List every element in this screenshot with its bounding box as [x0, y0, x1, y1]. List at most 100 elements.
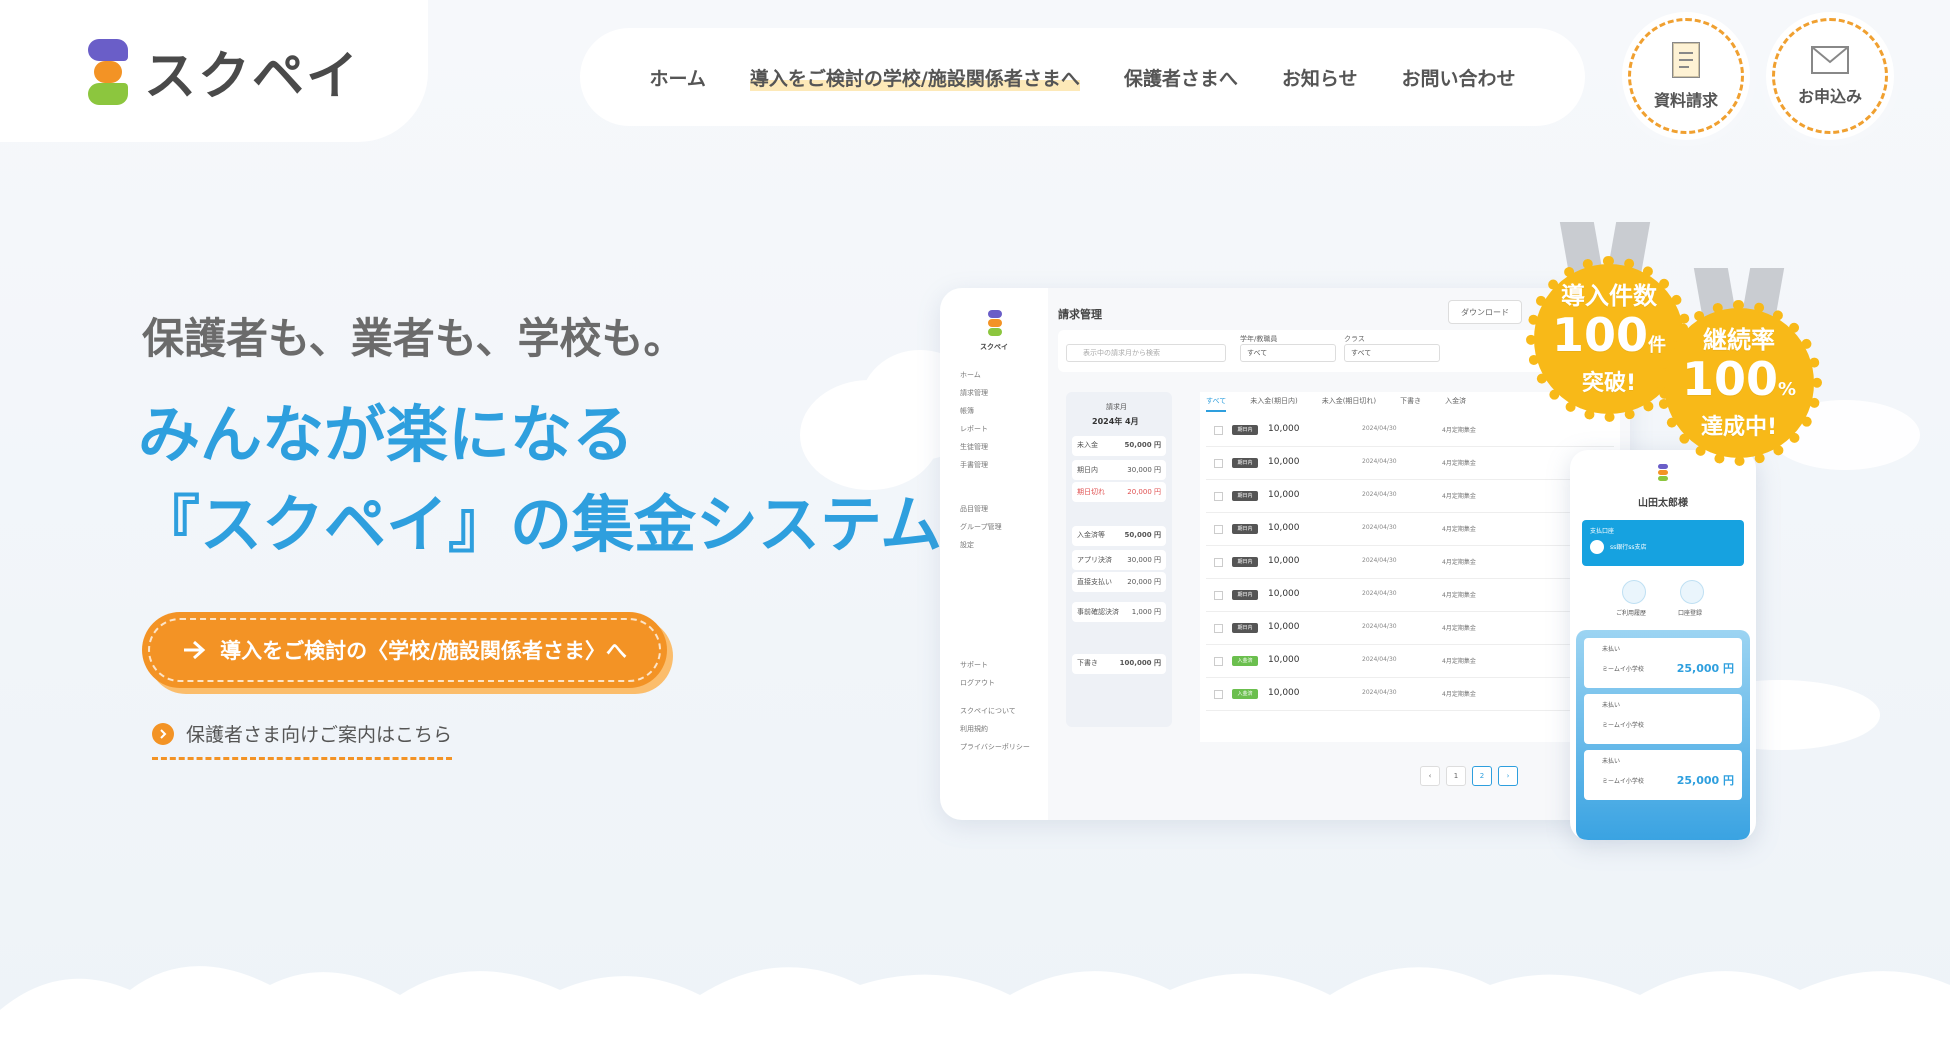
- page-prev: ‹: [1420, 766, 1440, 786]
- side-report: レポート: [960, 425, 988, 433]
- dashboard-logo-text: スクペイ: [980, 343, 1008, 351]
- row-date: 2024/04/30: [1362, 656, 1397, 663]
- apply-label: お申込み: [1797, 87, 1862, 106]
- row-item: 4月定期集金: [1442, 559, 1476, 566]
- row-date: 2024/04/30: [1362, 590, 1397, 597]
- side-home: ホーム: [960, 371, 981, 379]
- row-amount: 10,000: [1268, 622, 1300, 632]
- row-item: 4月定期集金: [1442, 427, 1476, 434]
- row-item: 4月定期集金: [1442, 691, 1476, 698]
- logo-area: スクペイ: [0, 0, 428, 142]
- side-logout: ログアウト: [960, 679, 995, 687]
- row-checkbox: [1214, 624, 1223, 633]
- side-terms: 利用規約: [960, 725, 988, 733]
- side-privacy: プライバシーポリシー: [960, 743, 1030, 751]
- row-date: 2024/04/30: [1362, 458, 1397, 465]
- side-about: スクペイについて: [960, 707, 1016, 715]
- nav-contact[interactable]: お問い合わせ: [1402, 64, 1516, 91]
- status-badge: 入金済: [1232, 656, 1258, 666]
- table-row: 期日内 10,000 2024/04/30 4月定期集金: [1206, 612, 1614, 645]
- bank-logo-icon: [1590, 540, 1604, 554]
- chevron-right-icon: [152, 722, 174, 745]
- row-checkbox: [1214, 525, 1223, 534]
- table-row: 期日内 10,000 2024/04/30 4月定期集金: [1206, 546, 1614, 579]
- nav-home[interactable]: ホーム: [649, 64, 705, 91]
- filter-grade-label: 学年/教職員: [1240, 335, 1278, 343]
- status-badge: 期日内: [1232, 491, 1258, 501]
- logo-mark-icon: [88, 38, 128, 105]
- status-badge: 期日内: [1232, 623, 1258, 633]
- phone-account-label: 口座登録: [1678, 610, 1703, 617]
- row-item: 4月定期集金: [1442, 493, 1476, 500]
- document-icon: [1672, 42, 1700, 78]
- request-docs-label: 資料請求: [1653, 91, 1718, 110]
- row-checkbox: [1214, 558, 1223, 567]
- schools-cta-label: 導入をご検討の〈学校/施設関係者さま〉へ: [220, 639, 627, 663]
- row-item: 4月定期集金: [1442, 658, 1476, 665]
- nav-news[interactable]: お知らせ: [1282, 64, 1358, 91]
- row-amount: 10,000: [1268, 589, 1300, 599]
- summary-card: アプリ決済 30,000 円: [1072, 550, 1166, 570]
- summary-card: 期日内 30,000 円: [1072, 460, 1166, 480]
- row-amount: 10,000: [1268, 490, 1300, 500]
- summary-card: 直接支払い 20,000 円: [1072, 572, 1166, 592]
- row-item: 4月定期集金: [1442, 526, 1476, 533]
- hero-title-line1: みんなが楽になる: [138, 398, 635, 471]
- medal-retention: 継続率 100% 達成中!: [1656, 300, 1822, 466]
- status-badge: 期日内: [1232, 524, 1258, 534]
- summary-card: 下書き 100,000 円: [1072, 654, 1166, 674]
- main-nav: ホーム 導入をご検討の学校/施設関係者さまへ 保護者さまへ お知らせ お問い合わ…: [580, 28, 1585, 126]
- row-amount: 10,000: [1268, 688, 1300, 698]
- table-row: 入金済 10,000 2024/04/30 4月定期集金: [1206, 645, 1614, 678]
- row-date: 2024/04/30: [1362, 491, 1397, 498]
- status-badge: 期日内: [1232, 590, 1258, 600]
- table-row: 期日内 10,000 2024/04/30 4月定期集金: [1206, 579, 1614, 612]
- row-checkbox: [1214, 591, 1223, 600]
- row-checkbox: [1214, 492, 1223, 501]
- table-row: 期日内 10,000 2024/04/30 4月定期集金: [1206, 480, 1614, 513]
- status-badge: 期日内: [1232, 557, 1258, 567]
- month-label: 請求月: [1106, 403, 1127, 411]
- side-billing: 請求管理: [960, 389, 988, 397]
- schools-cta-button[interactable]: 導入をご検討の〈学校/施設関係者さま〉へ: [142, 612, 667, 688]
- tab-unpaid-overdue: 未入金(期日切れ): [1321, 397, 1377, 405]
- nav-for-parents[interactable]: 保護者さまへ: [1124, 64, 1238, 91]
- page-1: 1: [1446, 766, 1466, 786]
- row-checkbox: [1214, 459, 1223, 468]
- side-students: 生徒管理: [960, 443, 988, 451]
- site-logo[interactable]: スクペイ: [88, 34, 360, 109]
- table-row: 期日内 10,000 2024/04/30 4月定期集金: [1206, 414, 1614, 447]
- side-groups: グループ管理: [960, 523, 1002, 531]
- side-support: サポート: [960, 661, 988, 669]
- tab-all: すべて: [1206, 396, 1227, 412]
- row-amount: 10,000: [1268, 556, 1300, 566]
- side-items: 品目管理: [960, 505, 988, 513]
- row-amount: 10,000: [1268, 424, 1300, 434]
- hero-title: みんなが楽になる 『スクペイ』の集金システム。: [138, 390, 1004, 570]
- row-item: 4月定期集金: [1442, 460, 1476, 467]
- dashboard-logo-icon: [988, 310, 1002, 336]
- parents-guide-link[interactable]: 保護者さま向けご案内はこちら: [152, 720, 453, 760]
- nav-for-schools[interactable]: 導入をご検討の学校/施設関係者さまへ: [749, 63, 1080, 91]
- request-docs-button[interactable]: 資料請求: [1622, 12, 1750, 140]
- phone-mockup: 山田太郎様 支払口座 ss銀行ss支店 ご利用履歴 口座登録 未払い ミームイ小…: [1570, 450, 1756, 840]
- phone-user-name: 山田太郎様: [1638, 498, 1688, 509]
- tab-paid: 入金済: [1445, 397, 1467, 405]
- row-item: 4月定期集金: [1442, 625, 1476, 632]
- side-manual: 手書管理: [960, 461, 988, 469]
- side-settings: 設定: [960, 541, 974, 549]
- phone-history-icon: [1622, 580, 1646, 604]
- download-button: ダウンロード: [1448, 300, 1522, 324]
- dashboard-search: 表示中の請求月から検索: [1066, 344, 1226, 362]
- tab-unpaid-in-term: 未入金(期日内): [1250, 397, 1298, 405]
- billing-table: すべて 未入金(期日内) 未入金(期日切れ) 下書き 入金済 期日内 10,000…: [1200, 392, 1620, 742]
- summary-card: 期日切れ 20,000 円: [1072, 482, 1166, 502]
- summary-card: 事前確認決済 1,000 円: [1072, 602, 1166, 622]
- filter-class-label: クラス: [1344, 335, 1365, 343]
- filter-class-select: すべて: [1344, 344, 1440, 362]
- row-date: 2024/04/30: [1362, 425, 1397, 432]
- filter-grade-select: すべて: [1240, 344, 1336, 362]
- row-date: 2024/04/30: [1362, 623, 1397, 630]
- row-amount: 10,000: [1268, 457, 1300, 467]
- apply-button[interactable]: お申込み: [1766, 12, 1894, 140]
